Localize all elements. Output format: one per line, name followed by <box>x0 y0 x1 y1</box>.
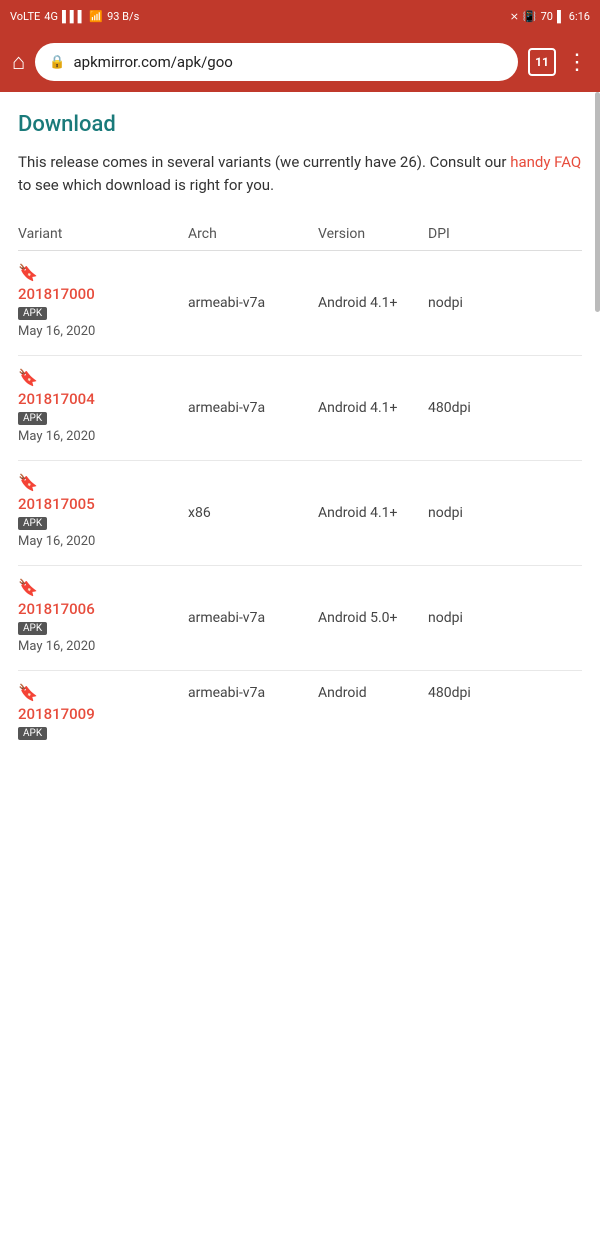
wifi-icon: 📶 <box>89 10 103 23</box>
status-left: VoLTE 4G ▌▌▌ 📶 93 B/s <box>10 10 139 23</box>
apk-badge: APK <box>18 412 47 425</box>
lock-icon: 🔒 <box>49 55 65 70</box>
battery-label: 70 <box>541 10 553 23</box>
dpi-text: nodpi <box>428 610 508 626</box>
header-arch: Arch <box>188 226 318 242</box>
variant-number-link[interactable]: 201817009 <box>18 705 188 723</box>
more-options-icon[interactable]: ⋮ <box>566 50 588 75</box>
url-bar[interactable]: 🔒 apkmirror.com/apk/goo <box>35 43 518 81</box>
table-row-partial: 🔖 201817009 APK armeabi-v7a Android 480d… <box>18 671 582 754</box>
header-dpi: DPI <box>428 226 508 242</box>
dpi-text: 480dpi <box>428 685 508 701</box>
version-text: Android 5.0+ <box>318 610 428 626</box>
dpi-text: nodpi <box>428 505 508 521</box>
bookmark-icon: 🔖 <box>18 370 188 386</box>
handy-faq-link[interactable]: handy FAQ <box>510 153 581 171</box>
variant-number-link[interactable]: 201817004 <box>18 390 188 408</box>
home-icon[interactable]: ⌂ <box>12 49 25 75</box>
table-row: 🔖 201817005 APK May 16, 2020 x86 Android… <box>18 461 582 566</box>
carrier-label: VoLTE <box>10 10 40 23</box>
date-text: May 16, 2020 <box>18 639 188 656</box>
variant-number-link[interactable]: 201817000 <box>18 285 188 303</box>
apk-badge: APK <box>18 727 47 740</box>
variant-number-link[interactable]: 201817006 <box>18 600 188 618</box>
data-speed: 93 B/s <box>107 10 139 23</box>
version-text: Android <box>318 685 428 701</box>
header-version: Version <box>318 226 428 242</box>
battery-icon: ▌ <box>557 10 565 23</box>
apk-badge: APK <box>18 622 47 635</box>
variant-number-link[interactable]: 201817005 <box>18 495 188 513</box>
variant-cell-3: 🔖 201817006 APK May 16, 2020 <box>18 580 188 656</box>
bookmark-icon: 🔖 <box>18 265 188 281</box>
variant-cell-2: 🔖 201817005 APK May 16, 2020 <box>18 475 188 551</box>
section-title: Download <box>18 112 582 137</box>
signal-4g: 4G <box>44 10 58 23</box>
page-wrapper: Download This release comes in several v… <box>0 92 600 774</box>
bluetooth-icon: ⨯ <box>510 10 519 23</box>
date-text: May 16, 2020 <box>18 429 188 446</box>
status-bar: VoLTE 4G ▌▌▌ 📶 93 B/s ⨯ 📳 70 ▌ 6:16 <box>0 0 600 32</box>
date-text: May 16, 2020 <box>18 534 188 551</box>
browser-toolbar: ⌂ 🔒 apkmirror.com/apk/goo 11 ⋮ <box>0 32 600 92</box>
date-text: May 16, 2020 <box>18 324 188 341</box>
version-text: Android 4.1+ <box>318 400 428 416</box>
table-row: 🔖 201817000 APK May 16, 2020 armeabi-v7a… <box>18 251 582 356</box>
bookmark-icon: 🔖 <box>18 580 188 596</box>
intro-text-end: to see which download is right for you. <box>18 176 274 194</box>
version-text: Android 4.1+ <box>318 505 428 521</box>
table-row: 🔖 201817004 APK May 16, 2020 armeabi-v7a… <box>18 356 582 461</box>
apk-badge: APK <box>18 517 47 530</box>
tab-count-button[interactable]: 11 <box>528 48 556 76</box>
arch-text: armeabi-v7a <box>188 400 318 416</box>
status-right: ⨯ 📳 70 ▌ 6:16 <box>510 10 590 23</box>
intro-paragraph: This release comes in several variants (… <box>18 151 582 196</box>
vibrate-icon: 📳 <box>523 10 537 23</box>
url-text: apkmirror.com/apk/goo <box>73 53 232 71</box>
time-label: 6:16 <box>569 10 590 23</box>
signal-bars-icon: ▌▌▌ <box>62 10 85 23</box>
apk-badge: APK <box>18 307 47 320</box>
variant-cell-1: 🔖 201817004 APK May 16, 2020 <box>18 370 188 446</box>
intro-text-start: This release comes in several variants (… <box>18 153 510 171</box>
header-variant: Variant <box>18 226 188 242</box>
variant-cell-0: 🔖 201817000 APK May 16, 2020 <box>18 265 188 341</box>
arch-text: armeabi-v7a <box>188 295 318 311</box>
bookmark-icon: 🔖 <box>18 475 188 491</box>
table-row: 🔖 201817006 APK May 16, 2020 armeabi-v7a… <box>18 566 582 671</box>
arch-text: x86 <box>188 505 318 521</box>
bookmark-icon: 🔖 <box>18 685 188 701</box>
dpi-text: nodpi <box>428 295 508 311</box>
arch-text: armeabi-v7a <box>188 610 318 626</box>
dpi-text: 480dpi <box>428 400 508 416</box>
version-text: Android 4.1+ <box>318 295 428 311</box>
content-area: Download This release comes in several v… <box>0 92 600 774</box>
variant-cell-4: 🔖 201817009 APK <box>18 685 188 740</box>
table-header: Variant Arch Version DPI <box>18 218 582 251</box>
arch-text: armeabi-v7a <box>188 685 318 701</box>
